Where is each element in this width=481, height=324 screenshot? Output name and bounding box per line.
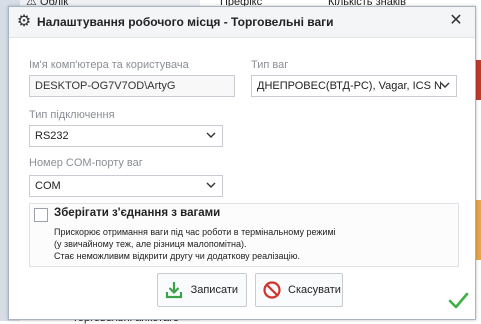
- close-button[interactable]: ✕: [447, 12, 465, 30]
- cancel-button[interactable]: Скасувати: [255, 273, 343, 307]
- computer-user-value: DESKTOP-OG7V7OD\ArtyG: [35, 80, 176, 92]
- dialog-title: Налаштування робочого місця - Торговельн…: [37, 15, 334, 29]
- chevron-down-icon: [205, 176, 217, 196]
- scale-type-label: Тип ваг: [251, 59, 289, 71]
- chevron-down-icon: [205, 126, 217, 146]
- checkmark-icon: [447, 289, 469, 311]
- download-icon: [164, 279, 185, 301]
- cancel-button-label: Скасувати: [288, 284, 341, 296]
- save-button-label: Записати: [190, 284, 238, 296]
- save-connection-note: Прискорює отримання ваги під час роботи …: [54, 226, 336, 262]
- com-port-value: COM: [35, 180, 61, 192]
- save-connection-label[interactable]: Зберігати з'єднання з вагами: [54, 207, 220, 219]
- note-line: Стає неможливим відкрити другу чи додатк…: [54, 251, 300, 261]
- connection-type-label: Тип підключення: [29, 109, 115, 121]
- computer-user-field[interactable]: DESKTOP-OG7V7OD\ArtyG: [29, 75, 235, 97]
- dialog-titlebar: ⚙ Налаштування робочого місця - Торговел…: [9, 7, 475, 38]
- chevron-down-icon: [439, 76, 451, 96]
- save-connection-group: Зберігати з'єднання з вагами Прискорює о…: [29, 203, 459, 267]
- connection-type-value: RS232: [35, 130, 69, 142]
- gear-icon: ⚙: [16, 13, 32, 30]
- save-connection-checkbox[interactable]: [34, 208, 48, 222]
- scale-type-select[interactable]: ДНЕПРОВЕС(ВТД-РС), Vagar, ICS N: [251, 75, 457, 97]
- com-port-select[interactable]: COM: [29, 175, 223, 197]
- note-line: (у звичайному теж, але різниця малопоміт…: [54, 239, 247, 249]
- note-line: Прискорює отримання ваги під час роботи …: [54, 227, 336, 237]
- cancel-icon: [262, 279, 282, 301]
- settings-dialog: ⚙ Налаштування робочого місця - Торговел…: [8, 6, 476, 320]
- computer-user-label: Ім'я комп'ютера та користувача: [29, 59, 189, 71]
- connection-type-select[interactable]: RS232: [29, 125, 223, 147]
- com-port-label: Номер COM-порту ваг: [29, 157, 143, 169]
- scale-type-value: ДНЕПРОВЕС(ВТД-РС), Vagar, ICS N: [257, 80, 442, 92]
- save-button[interactable]: Записати: [157, 273, 247, 307]
